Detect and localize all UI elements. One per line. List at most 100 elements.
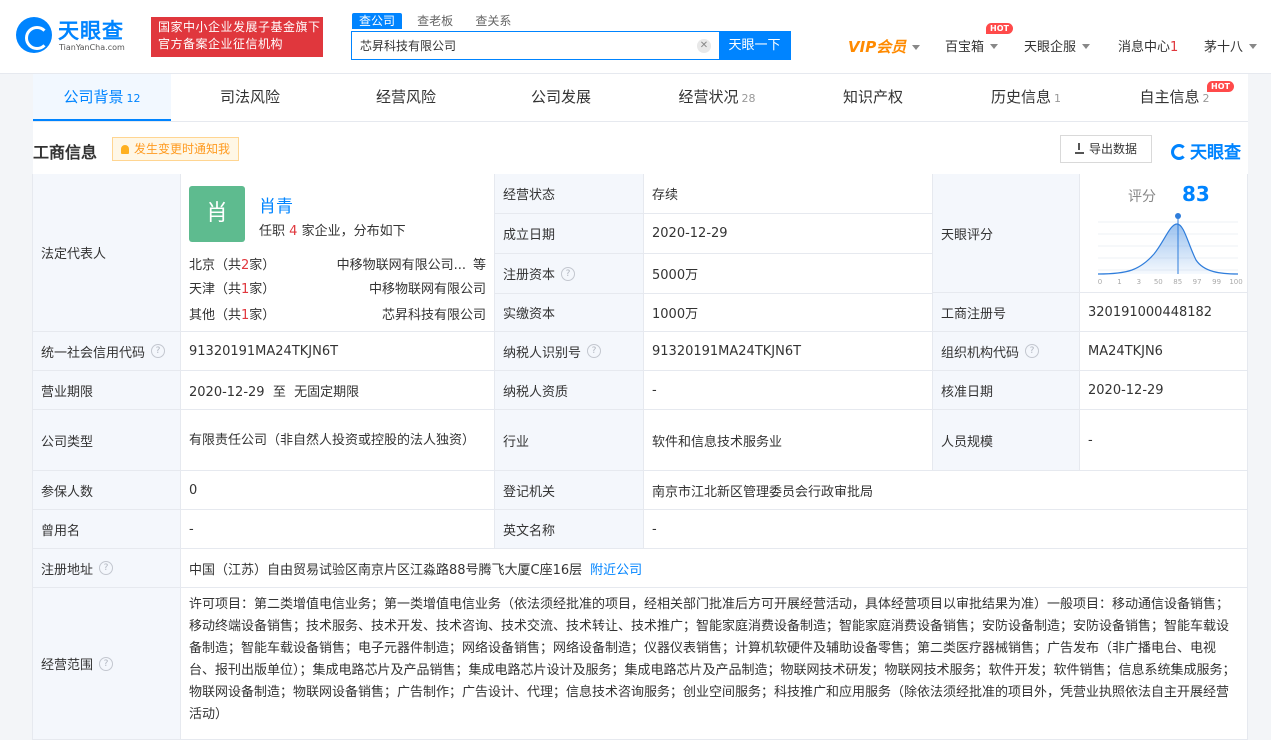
business-info-table: 法定代表人 肖 肖青 任职 4 家企业，分布如下 北京（共2家） 中移物联网有限…	[32, 174, 1248, 740]
established-label: 成立日期	[495, 214, 644, 254]
legal-rep-name[interactable]: 肖青	[259, 192, 293, 217]
taxpayer-qual-value: -	[644, 371, 933, 410]
search-button[interactable]: 天眼一下	[719, 31, 790, 60]
english-name-label: 英文名称	[495, 510, 644, 549]
toolbox-hot-badge: HOT	[986, 23, 1013, 34]
score-axis-tick: 100	[1229, 278, 1242, 286]
search-tab-boss[interactable]: 查老板	[410, 13, 460, 29]
score-axis: 0 1 3 50 85 97 99 100	[1098, 278, 1243, 286]
scope-label: 经营范围?	[33, 588, 181, 740]
reg-no-label: 工商注册号	[933, 293, 1080, 332]
message-count: 1	[1170, 40, 1179, 55]
message-center[interactable]: 消息中心1	[1118, 36, 1178, 55]
export-data-button[interactable]: 导出数据	[1060, 135, 1152, 163]
enterprise-label: 天眼企服	[1024, 40, 1077, 55]
address-value: 中国（江苏）自由贸易试验区南京片区江淼路88号腾飞大厦C座16层 附近公司	[181, 549, 1248, 588]
tab-legal-risk[interactable]: 司法风险	[171, 74, 329, 121]
company-tabs: 公司背景 12 司法风险 经营风险 公司发展 经营状况 28 知识产权 历史信息 1 …	[33, 74, 1248, 122]
badge-line2: 官方备案企业征信机构	[158, 37, 284, 51]
scope-value: 许可项目：第二类增值电信业务；第一类增值电信业务（依法须经批准的项目，经相关部门…	[181, 588, 1248, 740]
enterprise-service-menu[interactable]: 天眼企服	[1024, 36, 1091, 55]
search-box: ✕ 天眼一下	[351, 31, 791, 60]
tab-history[interactable]: 历史信息 1	[951, 74, 1101, 121]
chevron-down-icon	[912, 45, 921, 50]
list-item: 天津（共1家） 中移物联网有限公司	[189, 278, 488, 298]
address-label: 注册地址?	[33, 549, 181, 588]
org-code-label: 组织机构代码?	[933, 332, 1080, 371]
legal-rep-cell: 肖 肖青 任职 4 家企业，分布如下 北京（共2家） 中移物联网有限公司... …	[181, 174, 495, 332]
score-axis-tick: 0	[1098, 278, 1102, 286]
former-name-label: 曾用名	[33, 510, 181, 549]
company-type-value: 有限责任公司（非自然人投资或控股的法人独资）	[181, 410, 495, 471]
tab-company-background[interactable]: 公司背景 12	[33, 74, 171, 121]
nearby-companies-link[interactable]: 附近公司	[590, 559, 642, 578]
user-menu[interactable]: 茅十八	[1204, 36, 1258, 55]
paid-capital-label: 实缴资本	[495, 294, 644, 332]
org-code-value: MA24TKJN6	[1080, 332, 1248, 371]
score-chart[interactable]: 评分 83 0 1 3 50 85 97 99 100	[1080, 174, 1248, 293]
search-input[interactable]	[360, 32, 690, 59]
credit-code-label: 统一社会信用代码?	[33, 332, 181, 371]
vip-label: VIP会员	[848, 38, 907, 56]
reg-capital-label: 注册资本?	[495, 254, 644, 294]
credit-code-value: 91320191MA24TKJN6T	[181, 332, 495, 371]
logo-text: 天眼查	[58, 19, 124, 43]
bell-icon	[121, 145, 129, 154]
message-label: 消息中心	[1118, 40, 1171, 55]
vip-menu[interactable]: VIP会员	[848, 36, 921, 57]
help-icon[interactable]: ?	[99, 561, 114, 575]
tab-business-status[interactable]: 经营状况 28	[639, 74, 795, 121]
list-item: 北京（共2家） 中移物联网有限公司... 等	[189, 254, 488, 274]
company-type-label: 公司类型	[33, 410, 181, 471]
toolbox-label: 百宝箱	[945, 40, 985, 55]
tab-operating-risk[interactable]: 经营风险	[329, 74, 483, 121]
avatar[interactable]: 肖	[189, 186, 245, 242]
authority-value: 南京市江北新区管理委员会行政审批局	[644, 471, 1248, 510]
term-label: 营业期限	[33, 371, 181, 410]
approval-date-value: 2020-12-29	[1080, 371, 1248, 410]
taxpayer-id-value: 91320191MA24TKJN6T	[644, 332, 933, 371]
score-axis-tick: 1	[1117, 278, 1121, 286]
score-distribution-curve: 0 1 3 50 85 97 99 100	[1098, 213, 1243, 286]
help-icon[interactable]: ?	[1025, 344, 1040, 358]
toolbox-menu[interactable]: 百宝箱	[945, 36, 999, 55]
search-type-tabs: 查公司 查老板 查关系	[352, 13, 522, 29]
related-company-link[interactable]: 芯昇科技有限公司	[336, 304, 486, 323]
help-icon[interactable]: ?	[99, 656, 114, 671]
related-company-link[interactable]: 中移物联网有限公司...	[316, 254, 466, 273]
list-item: 其他（共1家） 芯昇科技有限公司	[189, 304, 488, 324]
industry-label: 行业	[495, 410, 644, 471]
taxpayer-qual-label: 纳税人资质	[495, 371, 644, 410]
tab-company-development[interactable]: 公司发展	[483, 74, 639, 121]
authority-label: 登记机关	[495, 471, 644, 510]
section-header: 工商信息 发生变更时通知我 导出数据 天眼查	[33, 122, 1248, 174]
help-icon[interactable]: ?	[151, 344, 166, 358]
paid-capital-value: 1000万	[644, 294, 933, 332]
related-company-link[interactable]: 中移物联网有限公司	[336, 278, 486, 297]
search-tab-relation[interactable]: 查关系	[468, 13, 518, 29]
chevron-down-icon	[1249, 44, 1258, 49]
legal-rep-summary: 任职 4 家企业，分布如下	[259, 224, 406, 239]
score-axis-tick: 50	[1154, 278, 1163, 286]
badge-line1: 国家中小企业发展子基金旗下	[158, 20, 321, 34]
help-icon[interactable]: ?	[587, 344, 602, 358]
brand-watermark: 天眼查	[1171, 138, 1241, 163]
insured-label: 参保人数	[33, 471, 181, 510]
official-badge: 国家中小企业发展子基金旗下 官方备案企业征信机构	[151, 17, 323, 57]
score-marker-icon	[1175, 213, 1181, 219]
score-axis-tick: 3	[1137, 278, 1141, 286]
score-axis-tick: 85	[1173, 278, 1182, 286]
logo-domain: TianYanCha.com	[59, 43, 125, 52]
score-axis-tick: 97	[1193, 278, 1202, 286]
reg-no-value: 320191000448182	[1080, 293, 1248, 332]
logo-icon	[16, 17, 52, 53]
search-tab-company[interactable]: 查公司	[352, 13, 403, 29]
help-icon[interactable]: ?	[561, 266, 576, 281]
download-icon	[1074, 143, 1084, 154]
clear-icon[interactable]: ✕	[697, 39, 711, 53]
score-axis-tick: 99	[1212, 278, 1221, 286]
tab-intellectual-property[interactable]: 知识产权	[795, 74, 951, 121]
change-notify-button[interactable]: 发生变更时通知我	[112, 137, 240, 161]
taxpayer-id-label: 纳税人识别号?	[495, 332, 644, 371]
site-logo[interactable]: 天眼查 TianYanCha.com	[16, 15, 146, 55]
